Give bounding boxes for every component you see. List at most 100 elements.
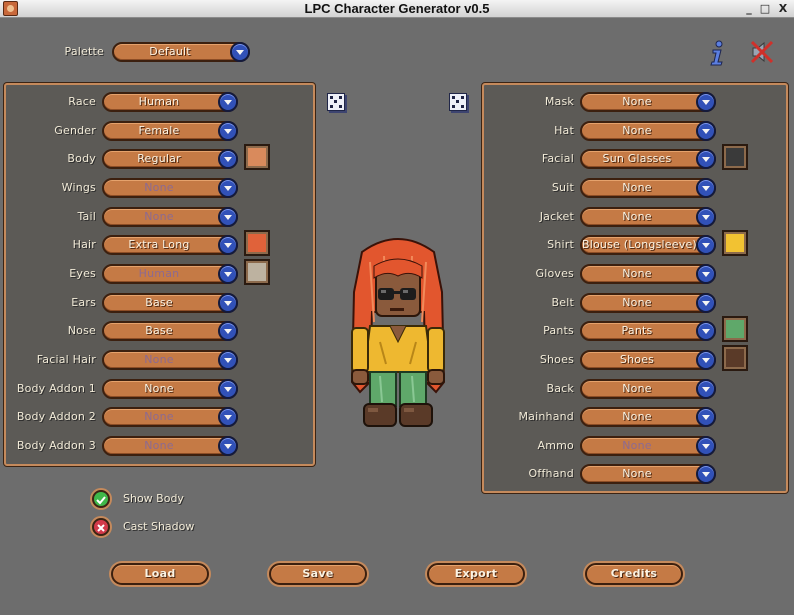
gloves-dropdown[interactable]: None: [580, 263, 716, 284]
chevron-down-icon[interactable]: [696, 435, 716, 456]
mask-value: None: [622, 95, 652, 108]
chevron-down-icon[interactable]: [218, 435, 238, 456]
chevron-down-icon[interactable]: [696, 349, 716, 370]
eyes-value: Human: [138, 266, 180, 280]
mainhand-dropdown[interactable]: None: [580, 407, 716, 428]
eyes-color-swatch[interactable]: [244, 258, 270, 285]
chevron-down-icon[interactable]: [696, 92, 716, 112]
hair-color-swatch[interactable]: [244, 230, 270, 257]
wings-value: None: [144, 180, 174, 194]
facial-hair-dropdown[interactable]: None: [102, 349, 238, 370]
facial-dropdown[interactable]: Sun Glasses: [580, 149, 716, 170]
nose-dropdown[interactable]: Base: [102, 321, 238, 342]
pants-color-swatch[interactable]: [722, 316, 748, 343]
ears-label: Ears: [71, 295, 96, 309]
offhand-dropdown[interactable]: None: [580, 464, 716, 485]
chevron-down-icon[interactable]: [218, 206, 238, 227]
shirt-dropdown[interactable]: Blouse (Longsleeve): [580, 235, 716, 256]
chevron-down-icon[interactable]: [696, 120, 716, 141]
body-addon-3-dropdown[interactable]: None: [102, 435, 238, 456]
load-button[interactable]: Load: [111, 563, 209, 585]
hat-dropdown[interactable]: None: [580, 120, 716, 141]
info-icon[interactable]: [708, 40, 726, 66]
chevron-down-icon[interactable]: [218, 378, 238, 399]
cast-shadow-toggle[interactable]: [90, 516, 112, 538]
palette-dropdown[interactable]: Default: [112, 42, 250, 62]
close-button[interactable]: X: [776, 2, 790, 16]
chevron-down-icon[interactable]: [696, 206, 716, 227]
speaker-muted-icon[interactable]: [750, 40, 774, 64]
wings-dropdown[interactable]: None: [102, 177, 238, 198]
belt-value: None: [622, 295, 652, 309]
wings-label: Wings: [61, 180, 96, 194]
cast-shadow-label: Cast Shadow: [123, 520, 195, 533]
gloves-value: None: [622, 266, 652, 280]
suit-dropdown[interactable]: None: [580, 177, 716, 198]
hair-dropdown[interactable]: Extra Long: [102, 235, 238, 256]
chevron-down-icon[interactable]: [696, 407, 716, 428]
facial-label: Facial: [541, 152, 574, 166]
gender-dropdown[interactable]: Female: [102, 120, 238, 141]
hair-label: Hair: [72, 238, 96, 252]
pants-dropdown[interactable]: Pants: [580, 321, 716, 342]
ammo-dropdown[interactable]: None: [580, 435, 716, 456]
chevron-down-icon[interactable]: [218, 292, 238, 313]
body-addon-1-value: None: [144, 381, 174, 395]
body-label: Body: [67, 152, 96, 166]
back-dropdown[interactable]: None: [580, 378, 716, 399]
nose-label: Nose: [67, 324, 96, 338]
body-color-swatch[interactable]: [244, 144, 270, 171]
pants-label: Pants: [543, 324, 574, 338]
chevron-down-icon[interactable]: [218, 349, 238, 370]
hat-value: None: [622, 123, 652, 137]
tail-dropdown[interactable]: None: [102, 206, 238, 227]
randomize-body-dice-button[interactable]: [327, 93, 345, 111]
jacket-dropdown[interactable]: None: [580, 206, 716, 227]
body-addon-2-dropdown[interactable]: None: [102, 407, 238, 428]
shirt-color-swatch[interactable]: [722, 230, 748, 257]
pants-value: Pants: [621, 324, 653, 338]
tail-value: None: [144, 209, 174, 223]
ears-dropdown[interactable]: Base: [102, 292, 238, 313]
lpc-generator-window: LPC Character Generator v0.5 _ □ X Palet…: [0, 0, 794, 615]
mask-dropdown[interactable]: None: [580, 92, 716, 112]
show-body-label: Show Body: [123, 492, 184, 505]
chevron-down-icon[interactable]: [696, 263, 716, 284]
chevron-down-icon[interactable]: [218, 92, 238, 112]
body-addon-2-value: None: [144, 410, 174, 424]
body-addon-2-label: Body Addon 2: [16, 410, 96, 424]
save-button[interactable]: Save: [269, 563, 367, 585]
chevron-down-icon[interactable]: [218, 263, 238, 284]
chevron-down-icon[interactable]: [218, 407, 238, 428]
chevron-down-icon[interactable]: [230, 42, 250, 62]
eyes-dropdown[interactable]: Human: [102, 263, 238, 284]
chevron-down-icon[interactable]: [218, 120, 238, 141]
chevron-down-icon[interactable]: [696, 292, 716, 313]
body-addon-1-dropdown[interactable]: None: [102, 378, 238, 399]
belt-dropdown[interactable]: None: [580, 292, 716, 313]
facial-color-swatch[interactable]: [722, 144, 748, 171]
show-body-toggle[interactable]: [90, 488, 112, 510]
credits-button[interactable]: Credits: [585, 563, 683, 585]
chevron-down-icon[interactable]: [218, 177, 238, 198]
offhand-label: Offhand: [528, 467, 574, 481]
window-title: LPC Character Generator v0.5: [304, 1, 490, 16]
belt-label: Belt: [551, 295, 574, 309]
facial-value: Sun Glasses: [602, 152, 672, 166]
mainhand-value: None: [622, 410, 652, 424]
gender-value: Female: [138, 123, 180, 137]
race-dropdown[interactable]: Human: [102, 92, 238, 112]
export-button[interactable]: Export: [427, 563, 525, 585]
checkmark-icon: [94, 492, 108, 506]
maximize-button[interactable]: □: [758, 2, 772, 16]
shoes-color-swatch[interactable]: [722, 344, 748, 371]
chevron-down-icon[interactable]: [696, 378, 716, 399]
chevron-down-icon[interactable]: [696, 177, 716, 198]
back-label: Back: [546, 381, 574, 395]
facial-hair-value: None: [144, 352, 174, 366]
shoes-dropdown[interactable]: Shoes: [580, 349, 716, 370]
minimize-button[interactable]: _: [742, 2, 756, 16]
jacket-label: Jacket: [539, 209, 574, 223]
randomize-equipment-dice-button[interactable]: [449, 93, 467, 111]
body-dropdown[interactable]: Regular: [102, 149, 238, 170]
